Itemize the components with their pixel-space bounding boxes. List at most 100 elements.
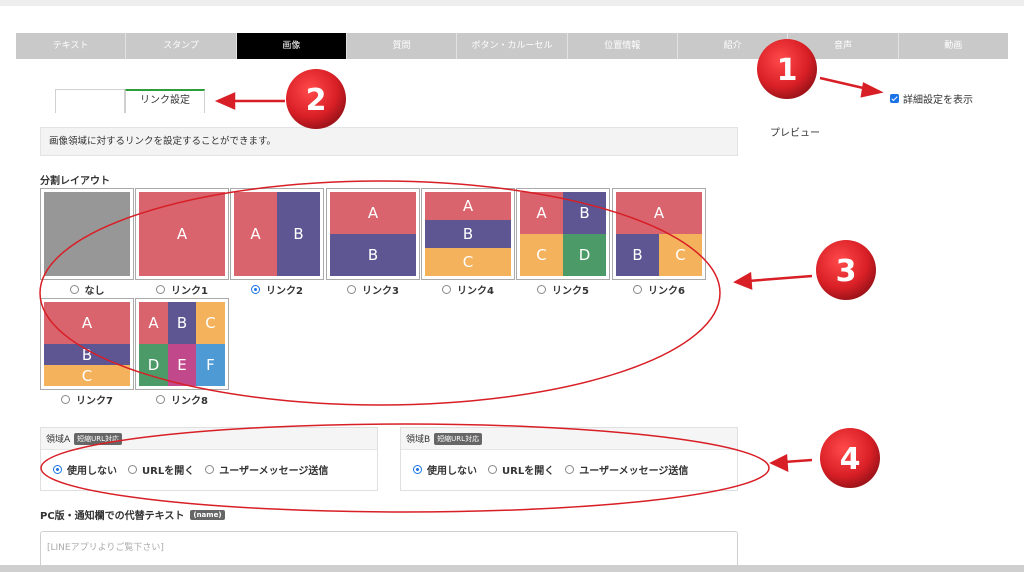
layout-cell-a: A xyxy=(44,302,130,344)
radio-open-url[interactable] xyxy=(488,465,497,474)
tab-video[interactable]: 動画 xyxy=(899,33,1008,59)
radio-button[interactable] xyxy=(442,284,452,294)
layout-thumbnail[interactable] xyxy=(40,188,134,280)
layout-thumbnail[interactable]: A B C D xyxy=(516,188,610,280)
layout-cell-b: B xyxy=(425,220,511,248)
layout-cell-c: C xyxy=(659,234,702,276)
radio-open-url[interactable] xyxy=(128,465,137,474)
layout-cell-a: A xyxy=(330,192,416,234)
radio-button[interactable] xyxy=(537,284,547,294)
region-title: 領域A xyxy=(46,435,71,445)
layout-thumbnail[interactable]: A B C xyxy=(421,188,515,280)
radio-button[interactable] xyxy=(156,284,166,294)
svg-text:2: 2 xyxy=(306,83,327,118)
option-unused-label: 使用しない xyxy=(427,466,477,477)
tab-text[interactable]: テキスト xyxy=(16,33,127,59)
layout-cell-e: E xyxy=(168,344,196,386)
layout-cell-a: A xyxy=(139,192,225,276)
layout-thumbnail[interactable]: A B C xyxy=(612,188,706,280)
tab-button-carousel[interactable]: ボタン・カルーセル xyxy=(457,33,568,59)
option-send-message-label: ユーザーメッセージ送信 xyxy=(219,466,329,477)
message-type-tabs: テキスト スタンプ 画像 質問 ボタン・カルーセル 位置情報 紹介 音声 動画 xyxy=(16,33,1008,59)
layout-option-label: リンク3 xyxy=(362,285,399,297)
annotation-badge-3: 3 xyxy=(816,240,876,300)
layout-cell-c: C xyxy=(196,302,225,344)
radio-button[interactable] xyxy=(633,284,643,294)
layout-option-label: リンク1 xyxy=(171,285,208,297)
alt-text-title: PC版・通知欄での代替テキスト (name) xyxy=(40,507,225,522)
tab-introduction[interactable]: 紹介 xyxy=(678,33,789,59)
layout-option-label: リンク6 xyxy=(648,285,685,297)
layout-cell-b: B xyxy=(44,344,130,365)
layout-thumbnail[interactable]: A xyxy=(135,188,229,280)
radio-unused-selected[interactable] xyxy=(413,465,422,474)
layout-option-link7[interactable]: A B C リンク7 xyxy=(40,298,134,407)
layout-option-label: リンク4 xyxy=(457,285,494,297)
layout-option-link4[interactable]: A B C リンク4 xyxy=(421,188,515,297)
radio-send-message[interactable] xyxy=(205,465,215,474)
subtab-blank[interactable] xyxy=(55,89,125,113)
option-open-url-label: URLを開く xyxy=(502,466,555,477)
annotation-badge-2: 2 xyxy=(286,69,346,129)
layout-cell-d: D xyxy=(139,344,168,386)
layout-cell-b: B xyxy=(563,192,606,234)
tab-question[interactable]: 質問 xyxy=(347,33,458,59)
layout-cell xyxy=(44,192,130,276)
layout-thumbnail[interactable]: A B C D E F xyxy=(135,298,229,390)
layout-title: 分割レイアウト xyxy=(40,176,110,187)
layout-cell-d: D xyxy=(563,234,606,276)
layout-option-link6[interactable]: A B C リンク6 xyxy=(612,188,706,297)
layout-cell-c: C xyxy=(520,234,563,276)
tab-stamp[interactable]: スタンプ xyxy=(126,33,237,59)
layout-thumbnail[interactable]: A B xyxy=(230,188,324,280)
name-badge: (name) xyxy=(190,509,225,520)
option-unused-label: 使用しない xyxy=(67,466,117,477)
layout-cell-b: B xyxy=(277,192,320,276)
short-url-badge: 短縮URL対応 xyxy=(434,432,483,445)
layout-option-link2[interactable]: A B リンク2 xyxy=(230,188,324,297)
layout-option-none[interactable]: なし xyxy=(40,188,134,297)
radio-button[interactable] xyxy=(156,394,166,404)
layout-option-label: リンク8 xyxy=(171,395,208,407)
radio-unused-selected[interactable] xyxy=(53,465,62,474)
tab-location[interactable]: 位置情報 xyxy=(568,33,678,59)
layout-option-label: リンク7 xyxy=(76,395,113,407)
layout-option-link5[interactable]: A B C D リンク5 xyxy=(516,188,610,297)
layout-cell-a: A xyxy=(520,192,563,234)
layout-cell-f: F xyxy=(196,344,225,386)
radio-button-selected[interactable] xyxy=(251,284,261,294)
layout-thumbnail[interactable]: A B C xyxy=(40,298,134,390)
svg-text:4: 4 xyxy=(840,442,861,477)
tab-audio[interactable]: 音声 xyxy=(788,33,899,59)
preview-label: プレビュー xyxy=(770,128,820,139)
show-details-label: 詳細設定を表示 xyxy=(903,95,973,106)
layout-thumbnail[interactable]: A B xyxy=(326,188,420,280)
layout-option-link8[interactable]: A B C D E F リンク8 xyxy=(135,298,229,407)
layout-option-link3[interactable]: A B リンク3 xyxy=(326,188,420,297)
short-url-badge: 短縮URL対応 xyxy=(74,432,123,445)
arrow-head-3 xyxy=(733,271,753,290)
top-strip xyxy=(0,0,1024,6)
tab-image[interactable]: 画像 xyxy=(236,33,347,59)
checkbox-checked[interactable] xyxy=(890,94,899,103)
radio-send-message[interactable] xyxy=(565,465,575,474)
radio-button[interactable] xyxy=(61,394,71,404)
region-b-panel: 領域B 短縮URL対応 使用しない URLを開く ユーザーメッセージ送信 xyxy=(400,427,738,491)
svg-text:3: 3 xyxy=(836,254,857,289)
layout-option-label: なし xyxy=(84,285,105,297)
subtab-link-settings[interactable]: リンク設定 xyxy=(125,89,205,113)
region-title: 領域B xyxy=(406,435,431,445)
alt-text-input[interactable]: [LINEアプリよりご覧下さい] xyxy=(40,531,738,569)
layout-cell-a: A xyxy=(425,192,511,220)
radio-button[interactable] xyxy=(69,284,79,294)
layout-cell-a: A xyxy=(234,192,277,276)
show-details-toggle[interactable]: 詳細設定を表示 xyxy=(890,91,973,106)
option-send-message-label: ユーザーメッセージ送信 xyxy=(579,466,689,477)
layout-cell-c: C xyxy=(425,248,511,276)
arrow-line-3 xyxy=(747,274,813,283)
description-box: 画像領域に対するリンクを設定することができます。 xyxy=(40,127,738,156)
image-subtabs: リンク設定 xyxy=(55,89,205,113)
layout-cell-b: B xyxy=(168,302,196,344)
layout-option-link1[interactable]: A リンク1 xyxy=(135,188,229,297)
radio-button[interactable] xyxy=(347,284,357,294)
